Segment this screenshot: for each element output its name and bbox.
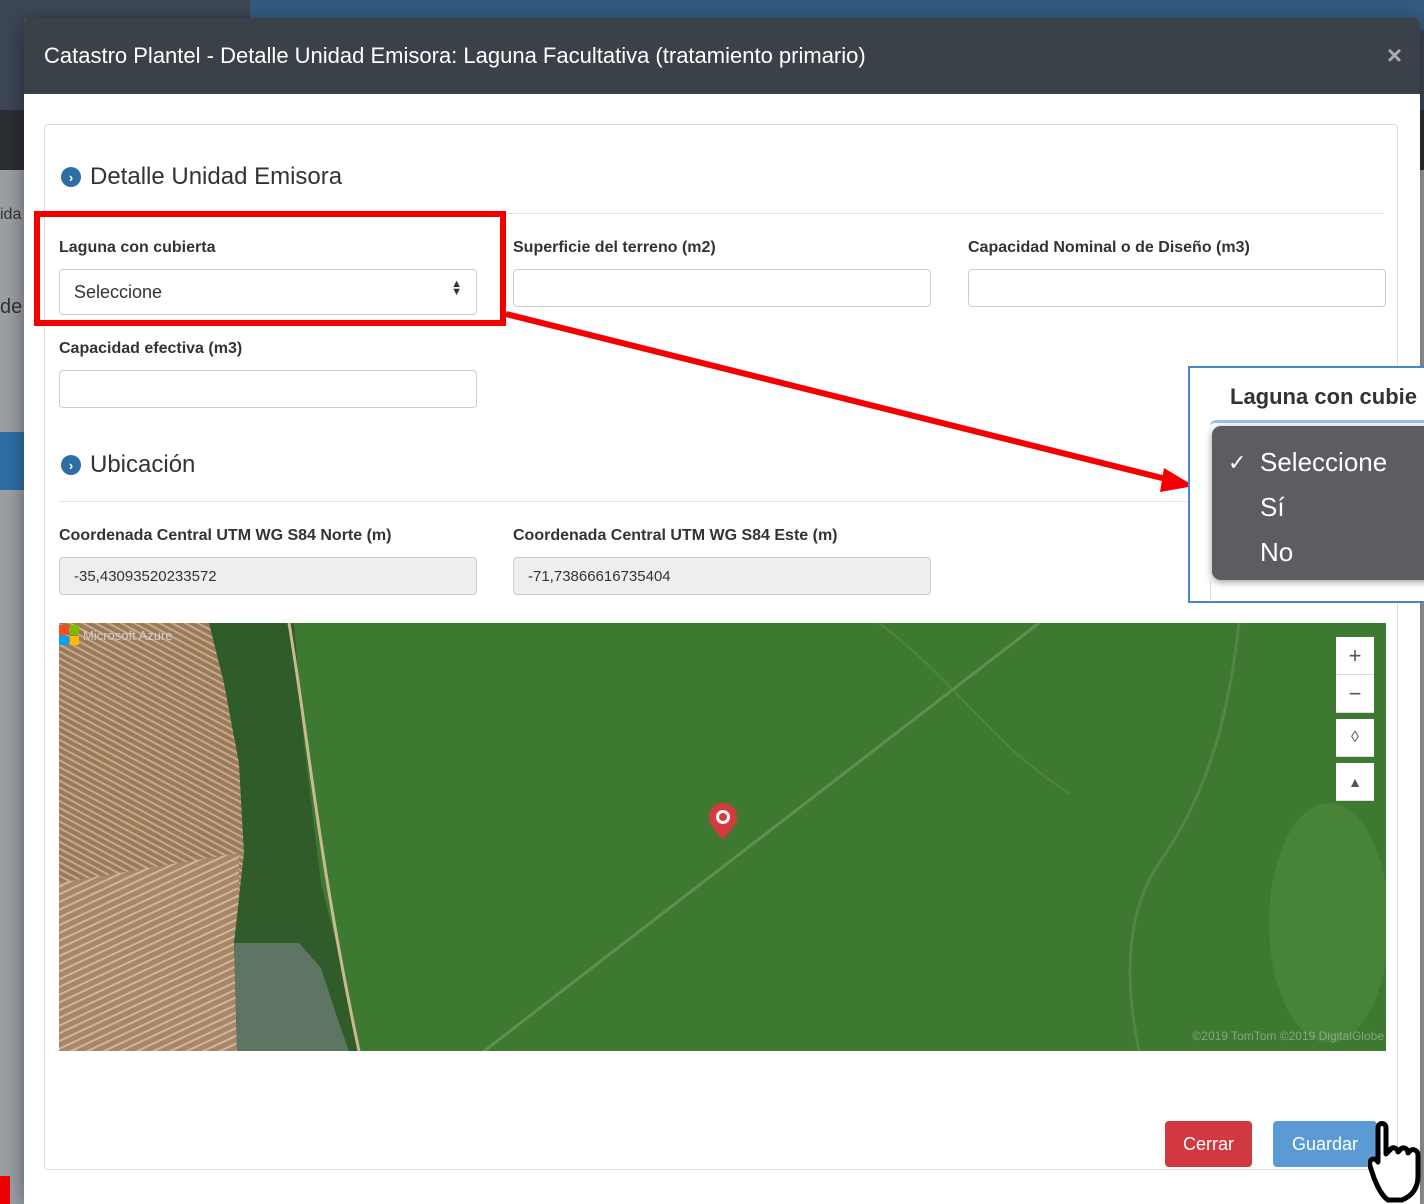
dropdown-callout: Laguna con cubie ✓ Seleccione Sí No [1188, 366, 1424, 603]
map-brand: Microsoft Azure [59, 625, 173, 645]
option-label: Seleccione [1260, 447, 1388, 477]
zoom-in-button[interactable]: + [1336, 637, 1374, 675]
dropdown-option-no[interactable]: No [1212, 530, 1424, 575]
norte-input[interactable]: -35,43093520233572 [59, 557, 477, 595]
este-label: Coordenada Central UTM WG S84 Este (m) [513, 527, 838, 544]
map-copyright: ©2019 TomTom ©2019 DigitalGlobe [1192, 1029, 1384, 1043]
section-title-text: Ubicación [90, 451, 196, 478]
pitch-button[interactable]: ▲ [1336, 763, 1374, 801]
superficie-label: Superficie del terreno (m2) [513, 239, 716, 256]
option-label: No [1260, 537, 1294, 567]
close-icon[interactable]: × [1387, 40, 1402, 71]
option-label: Sí [1260, 492, 1285, 522]
microsoft-logo-icon [59, 625, 79, 645]
chevron-right-circle-icon: › [61, 167, 81, 187]
modal-dialog: Catastro Plantel - Detalle Unidad Emisor… [24, 18, 1420, 1204]
section-title-ubicacion: › Ubicación [61, 451, 195, 479]
cerrar-button[interactable]: Cerrar [1165, 1121, 1252, 1167]
capacidad-efectiva-input[interactable] [59, 370, 477, 408]
capacidad-efectiva-label: Capacidad efectiva (m3) [59, 340, 243, 357]
divider [59, 501, 1385, 502]
map-brand-text: Microsoft Azure [83, 627, 173, 643]
callout-input-edge [1210, 580, 1424, 601]
compass-button[interactable]: ◊ [1336, 719, 1374, 757]
guardar-button[interactable]: Guardar [1273, 1121, 1377, 1167]
background-text: de [0, 296, 23, 318]
norte-label: Coordenada Central UTM WG S84 Norte (m) [59, 527, 392, 544]
dropdown-option-si[interactable]: Sí [1212, 485, 1424, 530]
hand-pointer-icon [1368, 1121, 1421, 1203]
background-accent [0, 432, 24, 490]
section-title-detalle: › Detalle Unidad Emisora [61, 163, 342, 191]
capacidad-nominal-input[interactable] [968, 269, 1386, 307]
modal-header: Catastro Plantel - Detalle Unidad Emisor… [24, 18, 1420, 94]
callout-label: Laguna con cubie [1230, 384, 1418, 409]
chevron-right-circle-icon: › [61, 455, 81, 475]
highlight-box [34, 211, 506, 326]
background-text: ida [0, 206, 22, 223]
capacidad-nominal-label: Capacidad Nominal o de Diseño (m3) [968, 239, 1250, 256]
checkmark-icon: ✓ [1228, 449, 1247, 475]
zoom-out-button[interactable]: − [1336, 675, 1374, 713]
map-imagery [59, 623, 1386, 1051]
section-title-text: Detalle Unidad Emisora [90, 163, 343, 190]
satellite-map[interactable]: Microsoft Azure + − ◊ ▲ ©2019 TomTom ©20… [59, 623, 1386, 1051]
este-input[interactable]: -71,73866616735404 [513, 557, 931, 595]
superficie-input[interactable] [513, 269, 931, 307]
modal-title: Catastro Plantel - Detalle Unidad Emisor… [44, 43, 866, 68]
background-accent [0, 1176, 10, 1204]
dropdown-menu: ✓ Seleccione Sí No [1212, 426, 1424, 580]
dropdown-option-seleccione[interactable]: ✓ Seleccione [1212, 440, 1424, 485]
